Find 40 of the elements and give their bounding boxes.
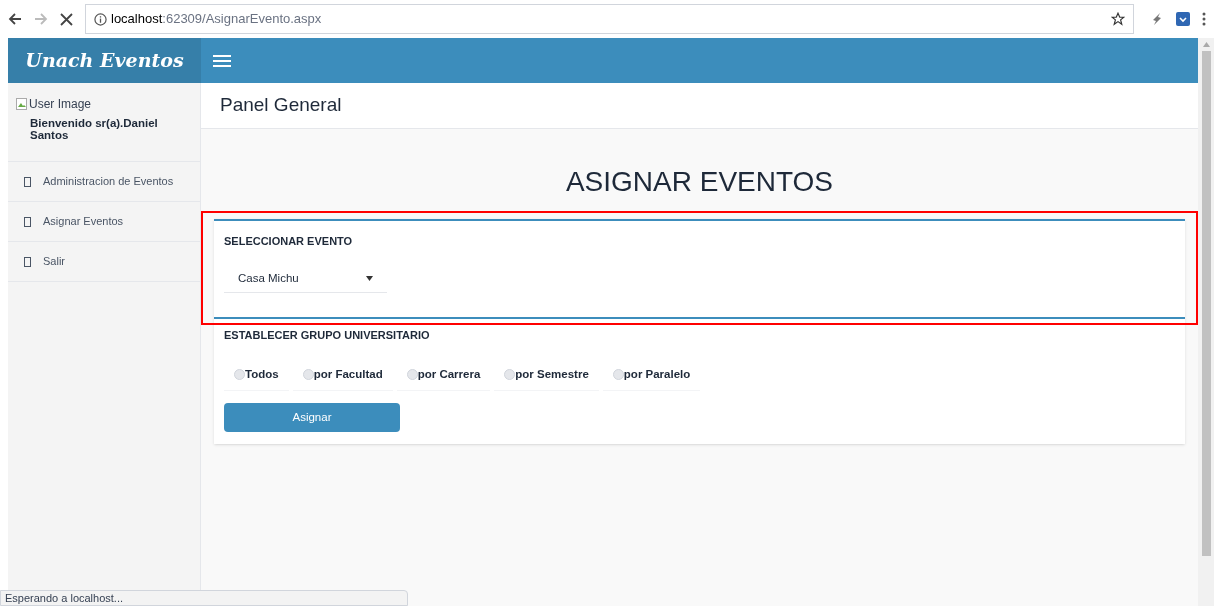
section-label: ESTABLECER GRUPO UNIVERSITARIO bbox=[224, 327, 431, 343]
square-icon bbox=[24, 176, 31, 187]
broken-image-icon bbox=[16, 98, 27, 110]
radio-option[interactable]: por Carrera bbox=[396, 359, 491, 391]
form-title: ASIGNAR EVENTOS bbox=[565, 165, 834, 199]
page-title: Panel General bbox=[220, 93, 342, 118]
forward-arrow-icon[interactable] bbox=[34, 12, 48, 26]
event-select[interactable]: Casa Michu bbox=[224, 265, 387, 293]
url-text: localhost:62309/AsignarEvento.aspx bbox=[111, 10, 322, 29]
assign-button[interactable]: Asignar bbox=[224, 403, 400, 432]
dropdown-caret-icon bbox=[366, 276, 373, 281]
radio-button[interactable] bbox=[302, 369, 314, 380]
radio-option[interactable]: por Semestre bbox=[494, 359, 599, 391]
square-icon bbox=[24, 216, 31, 227]
scroll-up-icon[interactable] bbox=[1202, 42, 1210, 47]
sidebar-item[interactable]: Administracion de Eventos bbox=[8, 162, 200, 202]
square-icon bbox=[24, 256, 31, 267]
address-bar[interactable]: localhost:62309/AsignarEvento.aspx bbox=[85, 4, 1134, 34]
star-icon[interactable] bbox=[1111, 12, 1125, 26]
radio-button[interactable] bbox=[406, 369, 418, 380]
radio-option[interactable]: por Facultad bbox=[292, 359, 393, 391]
pocket-icon[interactable] bbox=[1176, 12, 1190, 26]
status-bar: Esperando a localhost... bbox=[0, 590, 408, 606]
menu-icon[interactable] bbox=[213, 53, 231, 68]
radio-button[interactable] bbox=[504, 369, 516, 380]
more-icon[interactable] bbox=[1202, 12, 1206, 26]
welcome-text: Bienvenido sr(a).Daniel Santos bbox=[30, 117, 159, 141]
back-arrow-icon[interactable] bbox=[8, 12, 22, 26]
radio-button[interactable] bbox=[234, 369, 245, 380]
radio-button[interactable] bbox=[612, 369, 624, 380]
radio-option[interactable]: Todos bbox=[224, 359, 289, 391]
info-icon bbox=[94, 12, 107, 26]
sidebar-item[interactable]: Salir bbox=[8, 242, 200, 282]
radio-option[interactable]: por Paralelo bbox=[602, 359, 701, 391]
brand-logo[interactable]: Unach Eventos bbox=[25, 46, 184, 75]
sidebar-item[interactable]: Asignar Eventos bbox=[8, 202, 200, 242]
scrollbar-thumb[interactable] bbox=[1201, 51, 1211, 556]
broken-image: User Image bbox=[16, 95, 192, 113]
close-icon[interactable] bbox=[60, 12, 73, 26]
section-label: SELECCIONAR EVENTO bbox=[224, 234, 354, 249]
